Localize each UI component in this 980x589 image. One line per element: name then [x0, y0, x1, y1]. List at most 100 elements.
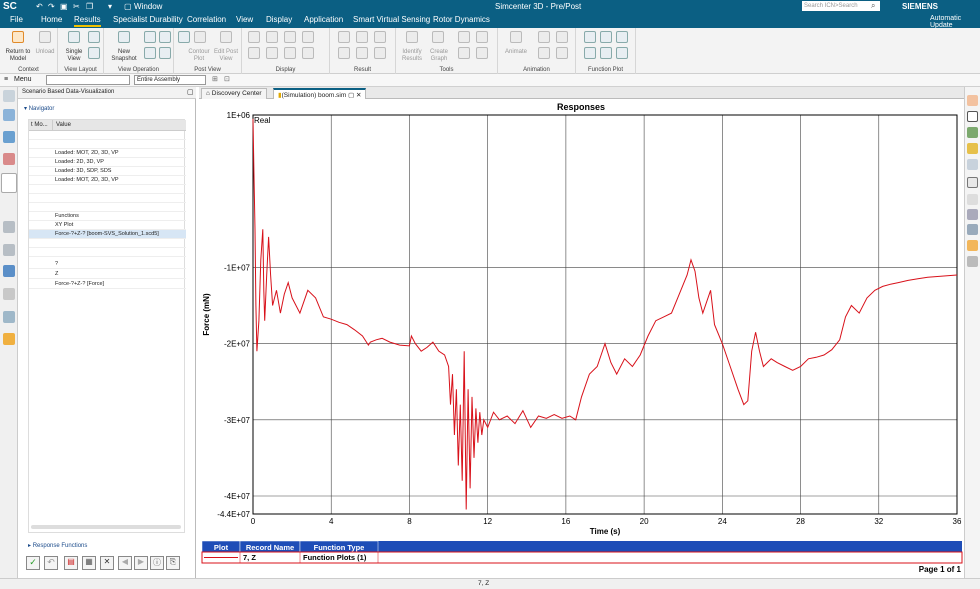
menu-icon[interactable]: ≡	[4, 76, 8, 83]
history-icon[interactable]	[3, 221, 15, 233]
identify-results-button[interactable]: Identify Results	[398, 49, 426, 63]
tools-icon-4[interactable]	[476, 31, 488, 43]
assembly-select[interactable]: Entire Assembly	[134, 75, 206, 85]
menu-smart-virtual-sensing[interactable]: Smart Virtual Sensing	[353, 15, 430, 24]
menu-file[interactable]: File	[10, 15, 23, 24]
menu-rotor-dynamics[interactable]: Rotor Dynamics	[433, 15, 490, 24]
single-view-icon[interactable]	[68, 31, 80, 43]
unload-button[interactable]: Unload	[34, 49, 56, 56]
active-resource-tab[interactable]	[1, 173, 17, 193]
table-row[interactable]: XY Plot	[29, 221, 186, 230]
tools-icon-5[interactable]	[458, 47, 470, 59]
navigator-tree-icon[interactable]	[3, 109, 15, 121]
table-row[interactable]	[29, 203, 186, 212]
copy-icon[interactable]: ❐	[86, 2, 93, 11]
table-row[interactable]	[29, 239, 186, 248]
animation-step-icon[interactable]	[538, 47, 550, 59]
function-plot-icon-1[interactable]	[584, 31, 596, 43]
roles-icon[interactable]	[3, 244, 15, 256]
table-row[interactable]: Force-?+Z-? [Force]	[29, 280, 186, 289]
identify-results-icon[interactable]	[406, 31, 418, 43]
delete-icon[interactable]: ✕	[100, 556, 114, 570]
column-header-mode[interactable]: t Mo...	[31, 122, 48, 128]
result-last-icon[interactable]	[374, 47, 386, 59]
result-icon-1[interactable]	[338, 31, 350, 43]
snapshot-list-icon[interactable]	[144, 31, 156, 43]
function-plot-icon-5[interactable]	[600, 47, 612, 59]
info-icon[interactable]: ⓘ	[150, 556, 164, 570]
export-icon[interactable]: ⎘	[166, 556, 180, 570]
undo-icon[interactable]: ↶	[36, 2, 43, 11]
response-functions-section[interactable]: ▸ Response Functions	[28, 542, 193, 551]
animate-button[interactable]: Animate	[502, 49, 530, 56]
refresh-icon[interactable]	[88, 31, 100, 43]
table-row[interactable]	[29, 194, 186, 203]
tools-icon-6[interactable]	[476, 47, 488, 59]
menu-application[interactable]: Application	[304, 15, 343, 24]
result-icon-3[interactable]	[374, 31, 386, 43]
filter-select[interactable]	[46, 75, 130, 85]
new-snapshot-button[interactable]: New Snapshot	[108, 49, 140, 63]
animate-icon[interactable]	[510, 31, 522, 43]
search-icon[interactable]: ⌕	[871, 1, 875, 11]
tab-close-icon[interactable]: ✕	[356, 92, 361, 99]
table-row[interactable]: Loaded: MOT, 2D, 3D, VP	[29, 149, 186, 158]
return-to-model-button[interactable]: Return to Model	[2, 49, 34, 63]
undo-view-icon[interactable]	[967, 95, 978, 106]
display-icon-5[interactable]	[248, 47, 260, 59]
color-legend-icon[interactable]	[3, 333, 15, 345]
post-view-icon[interactable]	[178, 31, 190, 43]
return-to-model-icon[interactable]	[12, 31, 24, 43]
display-icon-2[interactable]	[266, 31, 278, 43]
sim-navigator-icon[interactable]	[3, 131, 15, 143]
xy-graph-window[interactable]: Responses 0 4 8 12 16 20 24 28 32 36 1E+06 -1E+07 -2…	[199, 100, 964, 576]
single-view-button[interactable]: Single View	[60, 49, 88, 63]
tab-discovery-center[interactable]: ⌂ Discovery Center	[201, 88, 267, 99]
print-icon[interactable]	[967, 209, 978, 220]
table-row[interactable]: Z	[29, 270, 186, 279]
column-header-value[interactable]: Value	[56, 122, 71, 128]
panel-maximize-icon[interactable]: ▢	[187, 88, 194, 96]
table-row[interactable]	[29, 131, 186, 140]
graph-settings-icon[interactable]	[967, 127, 978, 138]
function-plot-icon-6[interactable]	[616, 47, 628, 59]
frame-icon[interactable]	[967, 111, 978, 122]
tab-boom-sim[interactable]: ▮(Simulation) boom.sim ▢ ✕	[273, 88, 367, 99]
edit-icon[interactable]	[967, 143, 978, 154]
table-icon[interactable]	[967, 240, 978, 251]
animation-play-icon[interactable]	[538, 31, 550, 43]
palette-icon[interactable]	[3, 311, 15, 323]
menu-home[interactable]: Home	[41, 15, 62, 24]
automatic-update[interactable]: Automatic Update	[930, 15, 980, 29]
time-icon[interactable]	[967, 224, 978, 235]
snapshot-delete-icon[interactable]	[159, 47, 171, 59]
menu-view[interactable]: View	[236, 15, 253, 24]
result-previous-icon[interactable]	[338, 47, 350, 59]
tab-restore-icon[interactable]: ▢	[348, 92, 354, 99]
function-plot-icon-3[interactable]	[616, 31, 628, 43]
selection-filter-icon[interactable]: ⊞	[212, 75, 218, 83]
window-menu[interactable]: Window	[134, 2, 162, 11]
snapshot-copy-icon[interactable]	[159, 31, 171, 43]
display-icon-1[interactable]	[248, 31, 260, 43]
search-input[interactable]: Search ICN>Search	[802, 1, 880, 11]
xy-plot[interactable]: Responses 0 4 8 12 16 20 24 28 32 36 1E+06 -1E+07 -2…	[199, 100, 964, 576]
post-navigator-icon[interactable]	[3, 153, 15, 165]
more-icon[interactable]: ▾	[108, 2, 112, 11]
table-row[interactable]: Functions	[29, 212, 186, 221]
table-row[interactable]	[29, 185, 186, 194]
web-browser-icon[interactable]	[3, 265, 15, 277]
undo-icon[interactable]: ↶	[44, 556, 58, 570]
result-next-icon[interactable]	[356, 47, 368, 59]
network-icon[interactable]	[967, 256, 978, 267]
create-graph-icon[interactable]	[432, 31, 444, 43]
zoom-icon[interactable]	[967, 159, 978, 170]
table-row[interactable]	[29, 140, 186, 149]
animation-settings-icon[interactable]	[556, 47, 568, 59]
menu-results[interactable]: Results	[74, 15, 101, 27]
selection-scope-icon[interactable]: ⊡	[224, 75, 230, 83]
clock-icon[interactable]	[3, 288, 15, 300]
contour-plot-button[interactable]: Contour Plot	[186, 49, 212, 63]
table-row[interactable]: Loaded: MOT, 2D, 3D, VP	[29, 176, 186, 185]
series-line-7-z[interactable]	[252, 118, 958, 510]
